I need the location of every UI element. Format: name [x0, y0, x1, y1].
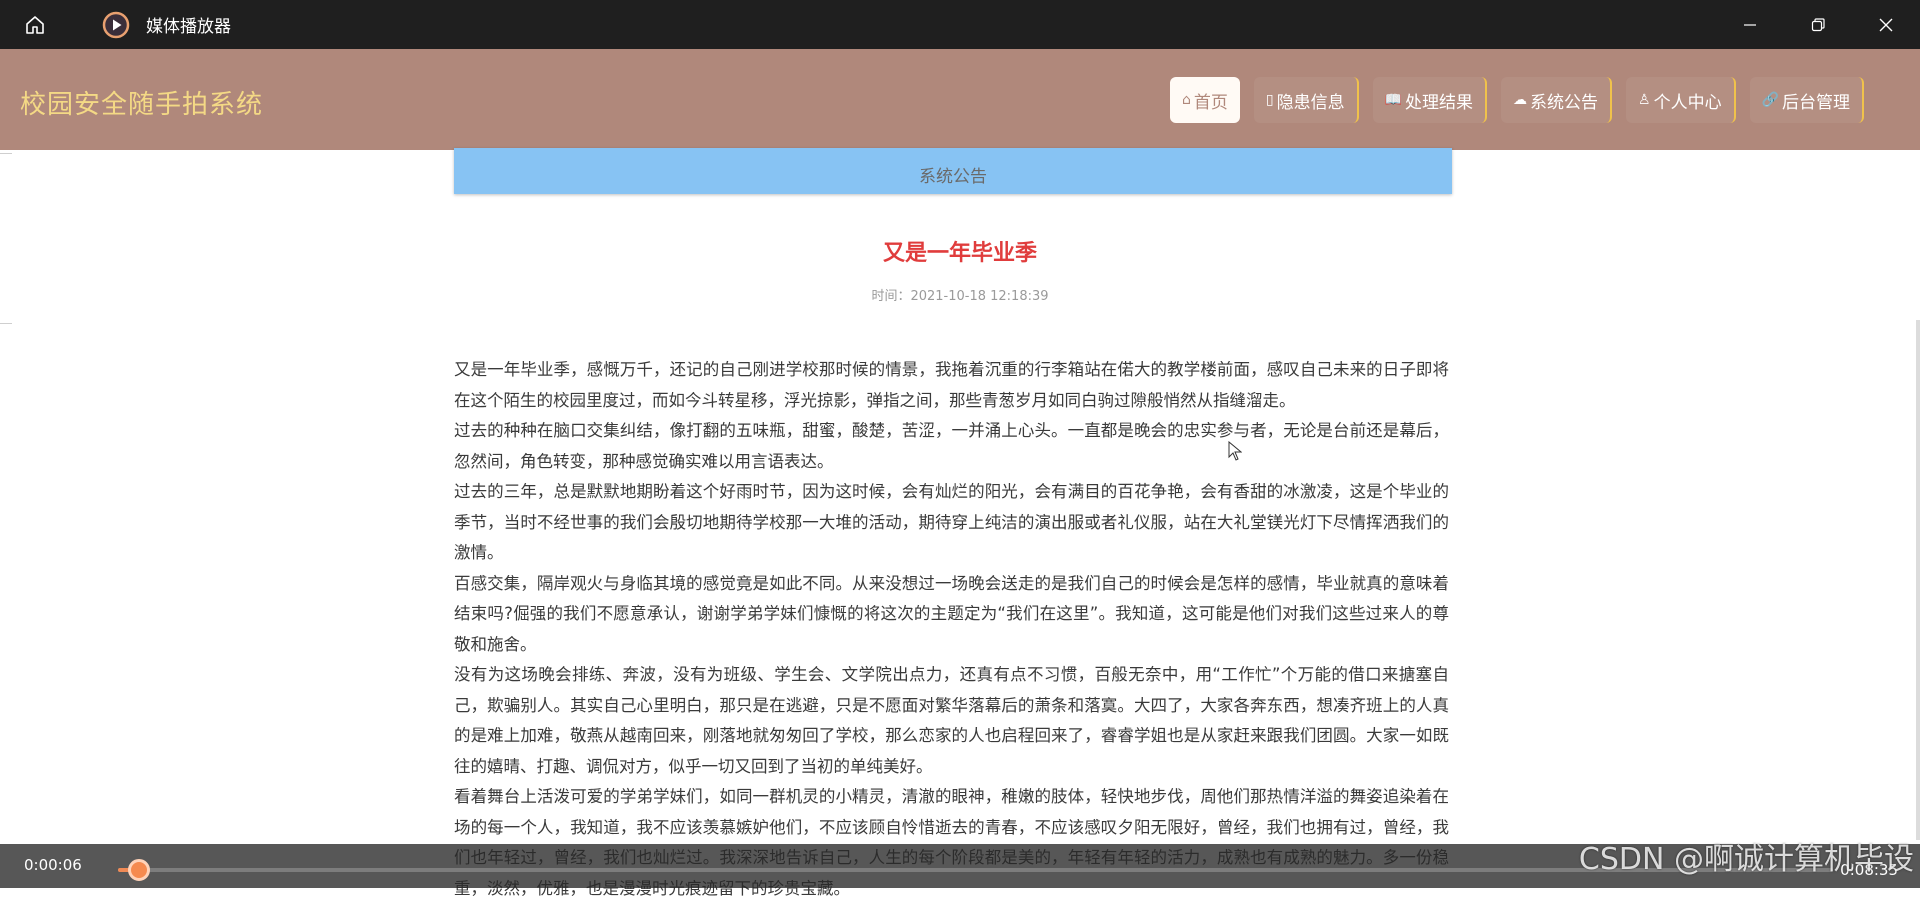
announcement-banner: 系统公告 — [454, 148, 1452, 194]
article-paragraph: 又是一年毕业季，感慨万千，还记的自己刚进学校那时候的情景，我拖着沉重的行李箱站在… — [454, 360, 1449, 410]
nav-item-personal-center[interactable]: ♙ 个人中心 — [1626, 77, 1736, 123]
mouse-cursor-icon — [1228, 440, 1243, 465]
article-time: 时间：2021-10-18 12:18:39 — [871, 289, 1049, 304]
nav-label: 隐患信息 — [1276, 92, 1345, 113]
article-title: 又是一年毕业季 — [882, 241, 1037, 266]
minimize-icon — [1744, 23, 1756, 26]
article-paragraph: 百感交集，隔岸观火与身临其境的感觉竟是如此不同。从来没想过一场晚会送走的是我们自… — [454, 573, 1449, 654]
title-bar: 媒体播放器 — [0, 0, 1920, 49]
main-nav: ⌂ 首页 ▯ 隐患信息 📖 处理结果 ☁ 系统公告 ♙ 个人中心 🔗 后台管理 — [1170, 77, 1878, 123]
nav-label: 首页 — [1193, 92, 1228, 113]
article-paragraph: 没有为这场晚会排练、奔波，没有为班级、学生会、文学院出点力，还真有点不习惯，百般… — [454, 665, 1449, 776]
user-icon: ♙ — [1638, 92, 1651, 108]
close-icon — [1879, 18, 1893, 31]
close-button[interactable] — [1852, 0, 1920, 49]
book-icon: 📖 — [1384, 92, 1403, 108]
media-player-icon — [102, 11, 130, 39]
nav-label: 个人中心 — [1653, 92, 1722, 113]
nav-item-results[interactable]: 📖 处理结果 — [1372, 77, 1488, 123]
watermark: CSDN @啊诚计算机毕设 — [1578, 842, 1914, 877]
current-time: 0:00:06 — [24, 856, 82, 874]
window-title: 媒体播放器 — [146, 17, 231, 37]
home-icon[interactable] — [16, 6, 54, 44]
restore-button[interactable] — [1784, 0, 1852, 49]
article-body: 又是一年毕业季，感慨万千，还记的自己刚进学校那时候的情景，我拖着沉重的行李箱站在… — [454, 355, 1449, 904]
chat-icon: ☁ — [1513, 92, 1528, 108]
article-paragraph: 过去的三年，总是默默地期盼着这个好雨时节，因为这时候，会有灿烂的阳光，会有满目的… — [454, 482, 1449, 562]
banner-text: 系统公告 — [919, 167, 987, 187]
nav-item-hazard-info[interactable]: ▯ 隐患信息 — [1253, 77, 1359, 123]
nav-label: 处理结果 — [1405, 92, 1474, 113]
nav-label: 后台管理 — [1782, 92, 1851, 113]
link-icon: 🔗 — [1761, 92, 1780, 108]
seek-track[interactable] — [118, 868, 1833, 872]
page-scrollbar[interactable] — [1916, 320, 1920, 840]
window-controls — [1716, 0, 1920, 49]
home-icon: ⌂ — [1182, 92, 1191, 108]
minimize-button[interactable] — [1716, 0, 1784, 49]
article-paragraph: 过去的种种在脑口交集纠结，像打翻的五味瓶，甜蜜，酸楚，苦涩，一并涌上心头。一直都… — [454, 421, 1449, 471]
site-title: 校园安全随手拍系统 — [20, 90, 264, 120]
info-icon: ▯ — [1265, 92, 1274, 108]
restore-icon — [1811, 17, 1825, 31]
nav-label: 系统公告 — [1530, 92, 1599, 113]
nav-item-home[interactable]: ⌂ 首页 — [1170, 77, 1240, 123]
site-header: 校园安全随手拍系统 ⌂ 首页 ▯ 隐患信息 📖 处理结果 ☁ 系统公告 ♙ 个人… — [0, 49, 1920, 150]
seek-thumb[interactable] — [128, 859, 150, 881]
nav-item-announcements[interactable]: ☁ 系统公告 — [1501, 77, 1613, 123]
nav-item-admin[interactable]: 🔗 后台管理 — [1749, 77, 1865, 123]
